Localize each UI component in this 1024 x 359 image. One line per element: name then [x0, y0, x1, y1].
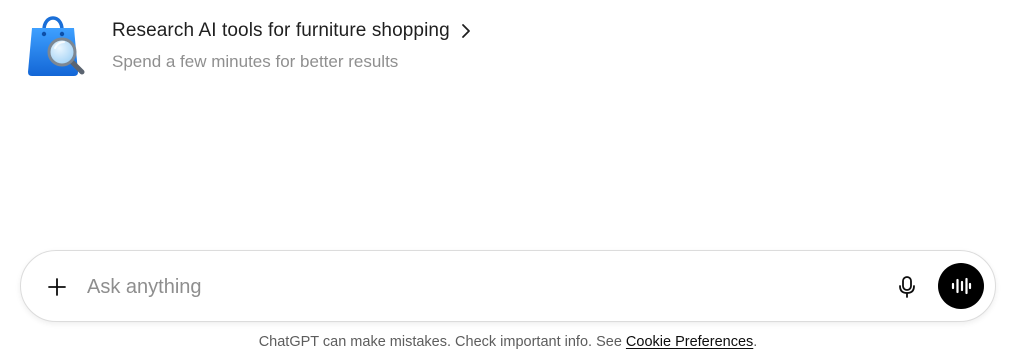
disclaimer-suffix: . [753, 334, 758, 350]
suggestion-card[interactable]: Research AI tools for furniture shopping… [24, 8, 472, 80]
disclaimer: ChatGPT can make mistakes. Check importa… [0, 332, 1016, 352]
cookie-preferences-link[interactable]: Cookie Preferences [626, 334, 753, 350]
suggestion-title: Research AI tools for furniture shopping [112, 20, 450, 41]
dictate-button[interactable] [891, 271, 923, 303]
plus-icon [48, 278, 66, 296]
disclaimer-text: ChatGPT can make mistakes. Check importa… [258, 334, 622, 350]
shopping-bag-search-icon [28, 16, 85, 76]
composer [20, 250, 996, 322]
suggestion-title-row: Research AI tools for furniture shopping [112, 19, 472, 43]
ask-input[interactable] [87, 271, 847, 303]
voice-mode-button[interactable] [938, 263, 984, 309]
voice-waveform-icon [951, 277, 972, 295]
microphone-icon [899, 276, 915, 298]
chevron-right-icon [461, 24, 470, 38]
add-attachment-button[interactable] [41, 271, 73, 303]
suggestion-text: Research AI tools for furniture shopping… [112, 8, 472, 73]
chat-page: Research AI tools for furniture shopping… [0, 0, 1024, 359]
suggestion-subtitle: Spend a few minutes for better results [112, 52, 399, 71]
